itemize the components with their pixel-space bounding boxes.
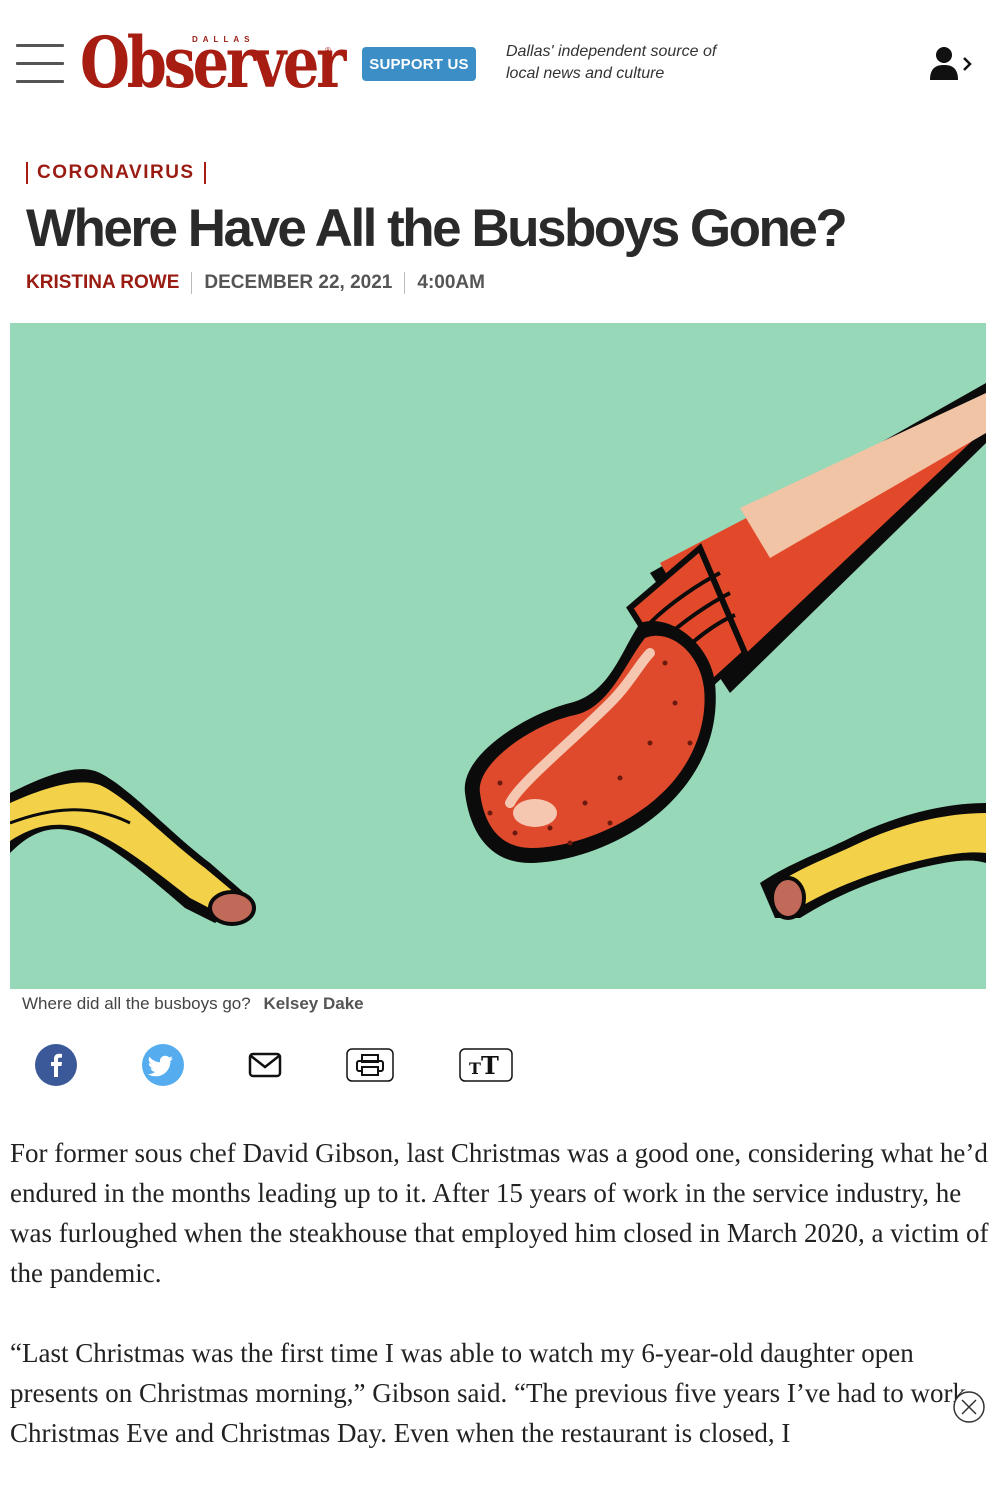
print-button[interactable] bbox=[345, 1040, 395, 1090]
publish-time: 4:00AM bbox=[417, 272, 485, 293]
site-tagline: Dallas' independent source of local news… bbox=[506, 43, 717, 82]
twitter-share-button[interactable] bbox=[140, 1040, 186, 1090]
menu-icon[interactable] bbox=[16, 44, 64, 84]
category-tag[interactable]: CORONAVIRUS bbox=[26, 160, 206, 186]
svg-text:T: T bbox=[469, 1059, 481, 1078]
text-size-button[interactable]: T T bbox=[458, 1040, 514, 1090]
site-header: DALLAS Observer ® SUPPORT US Dallas' ind… bbox=[0, 0, 996, 130]
site-logo[interactable]: DALLAS Observer ® bbox=[80, 28, 346, 100]
logo-wordmark: Observer bbox=[80, 21, 346, 104]
close-icon[interactable] bbox=[952, 1390, 986, 1424]
paragraph: For former sous chef David Gibson, last … bbox=[10, 1138, 989, 1288]
paragraph: “Last Christmas was the first time I was… bbox=[10, 1338, 967, 1448]
publish-date: DECEMBER 22, 2021 bbox=[204, 272, 393, 293]
category-label: CORONAVIRUS bbox=[37, 162, 195, 183]
twitter-icon bbox=[142, 1044, 184, 1086]
article-title: Where Have All the Busboys Gone? bbox=[26, 199, 848, 258]
text-size-icon: T T bbox=[459, 1048, 513, 1082]
image-caption: Where did all the busboys go? Kelsey Dak… bbox=[22, 994, 364, 1013]
support-us-button[interactable]: SUPPORT US bbox=[362, 47, 476, 81]
facebook-icon bbox=[35, 1044, 77, 1086]
byline: KRISTINA ROWE DECEMBER 22, 2021 4:00AM bbox=[26, 270, 485, 296]
article-body: For former sous chef David Gibson, last … bbox=[10, 1133, 990, 1493]
user-account-icon[interactable] bbox=[928, 44, 976, 84]
image-credit: Kelsey Dake bbox=[263, 994, 364, 1013]
email-icon bbox=[248, 1052, 282, 1078]
author-link[interactable]: KRISTINA ROWE bbox=[26, 272, 179, 294]
hero-illustration bbox=[10, 323, 986, 989]
email-share-button[interactable] bbox=[245, 1040, 285, 1090]
svg-text:T: T bbox=[481, 1051, 499, 1080]
facebook-share-button[interactable] bbox=[33, 1040, 79, 1090]
print-icon bbox=[346, 1048, 394, 1082]
